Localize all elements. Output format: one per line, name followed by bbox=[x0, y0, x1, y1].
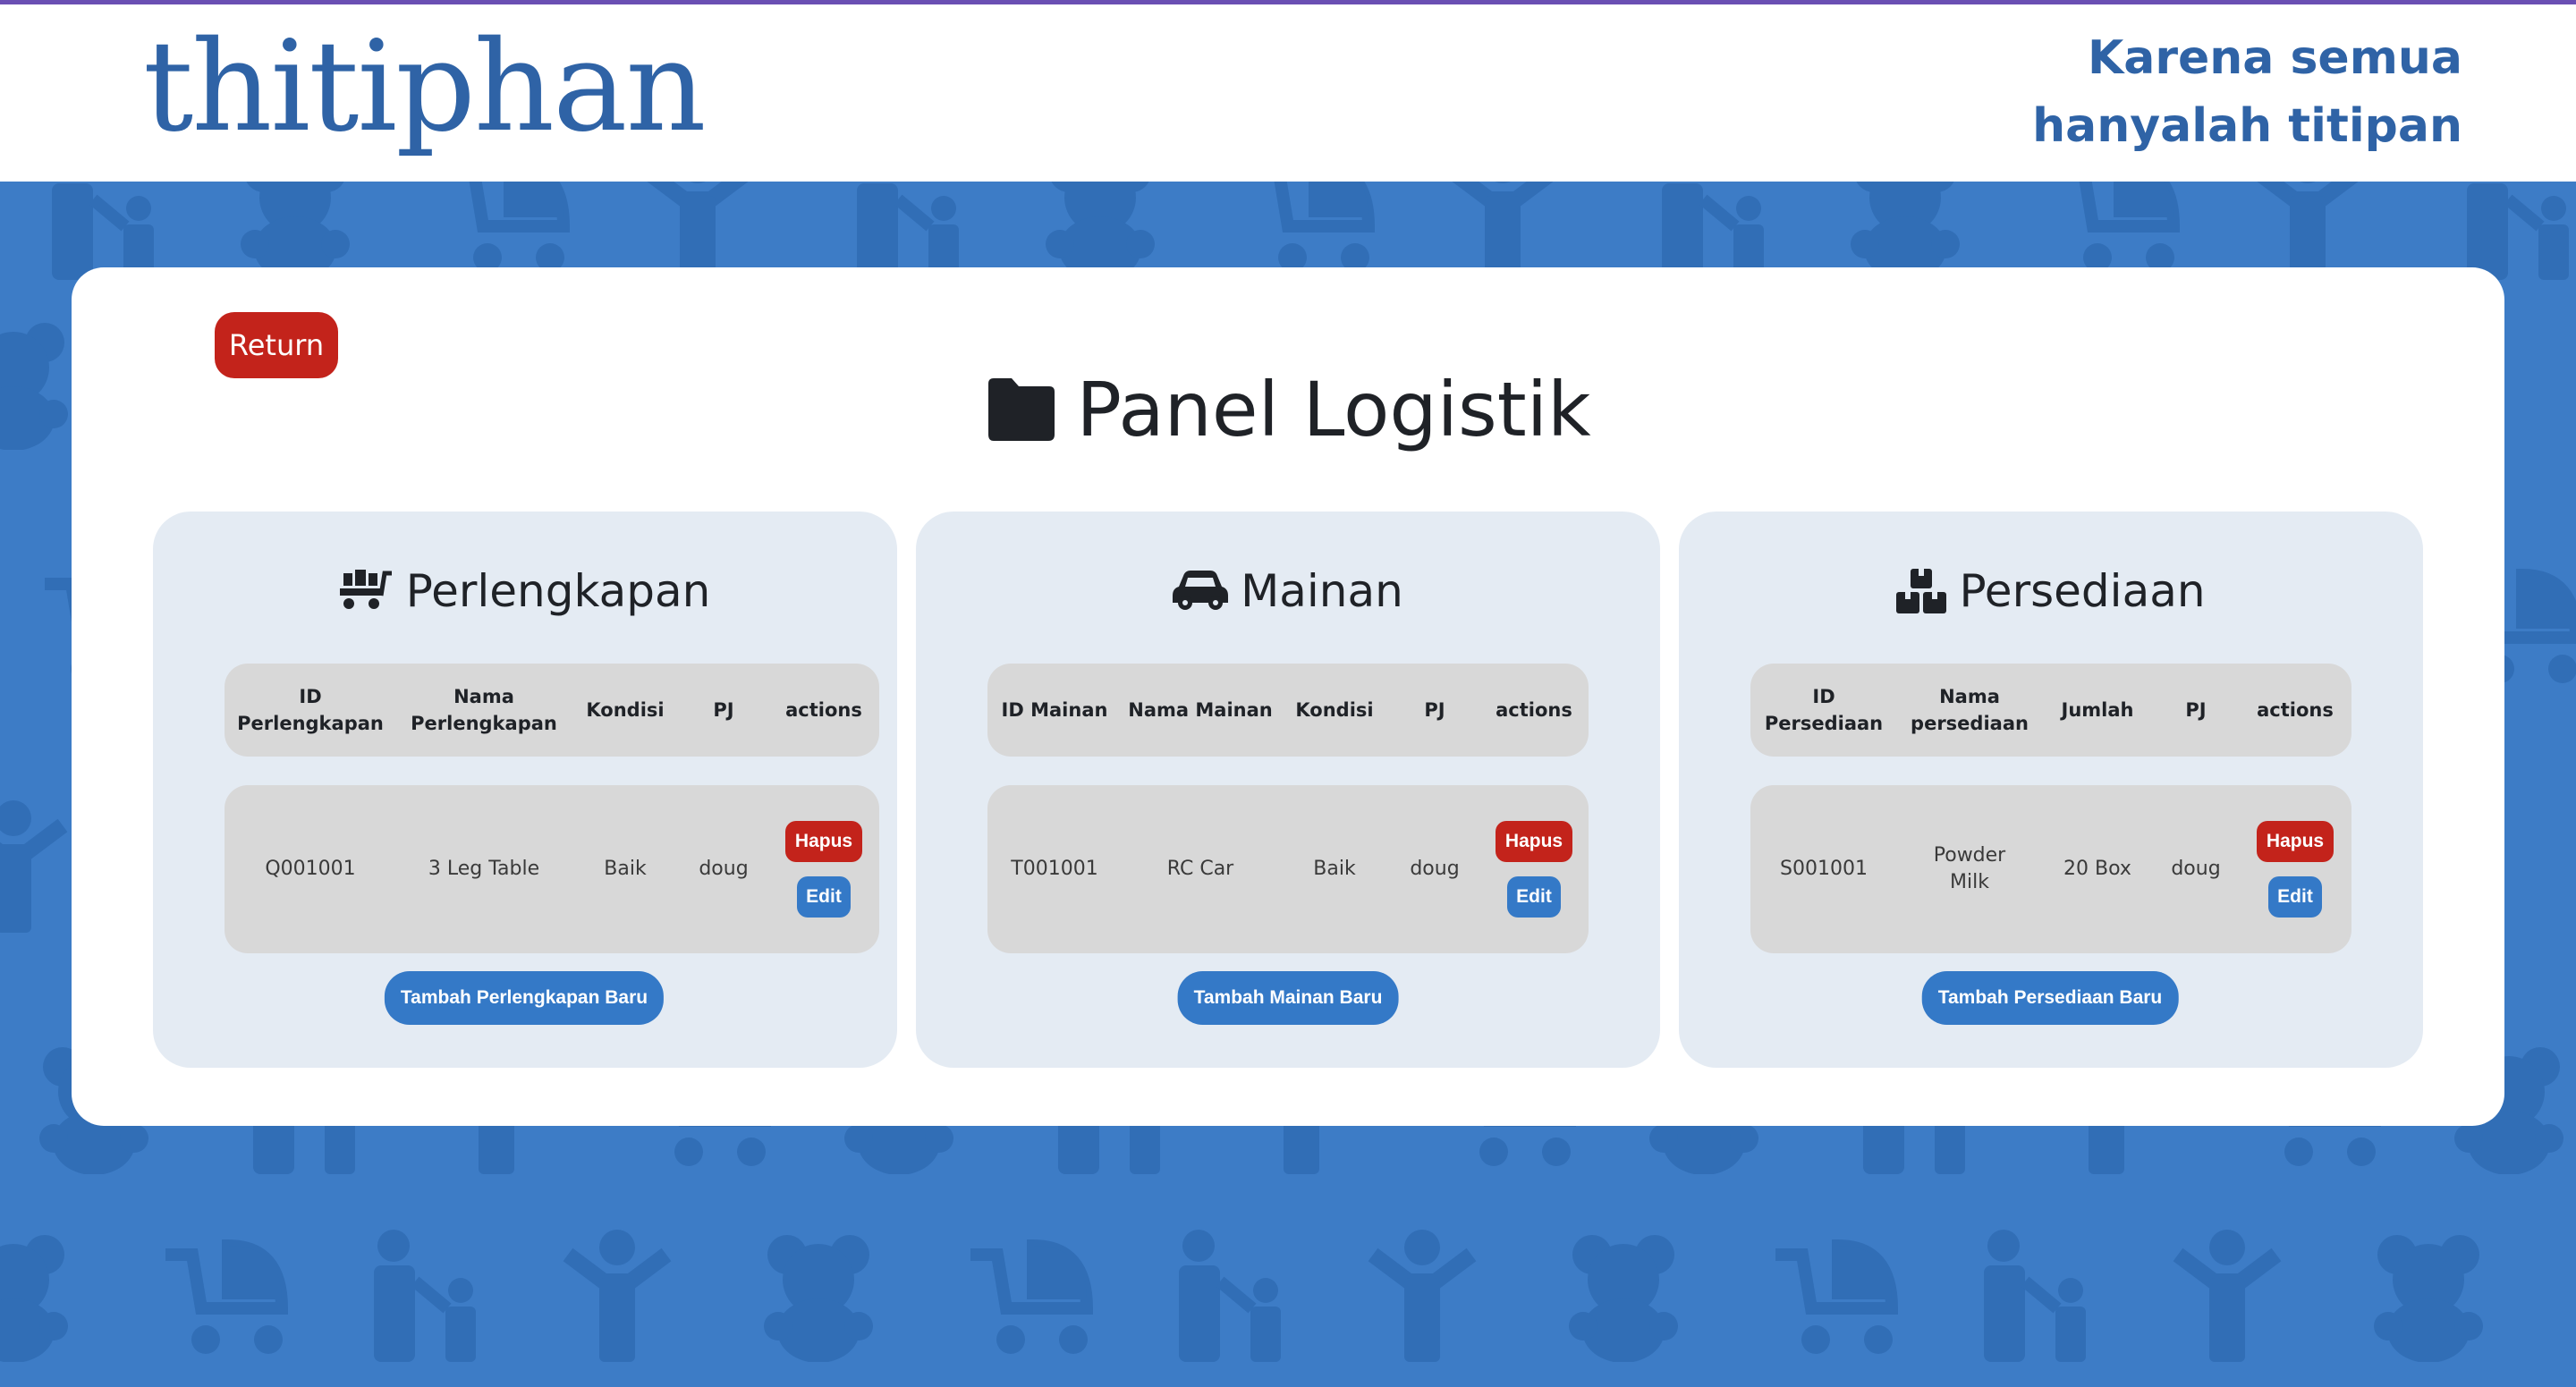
add-persediaan-button[interactable]: Tambah Persediaan Baru bbox=[1921, 971, 2179, 1025]
delete-button[interactable]: Hapus bbox=[784, 821, 863, 862]
page-title: Panel Logistik bbox=[72, 366, 2504, 453]
cell-actions: Hapus Edit bbox=[1479, 821, 1589, 918]
parent-child-icon bbox=[2442, 182, 2576, 280]
header-actions: actions bbox=[785, 699, 862, 721]
teddy-bear-icon bbox=[1033, 182, 1167, 280]
teddy-bear-icon bbox=[1838, 182, 1972, 280]
stroller-icon bbox=[953, 1228, 1105, 1362]
cell-id: Q001001 bbox=[265, 858, 356, 880]
card-title-text: Persediaan bbox=[1959, 565, 2206, 617]
stroller-icon bbox=[148, 1228, 300, 1362]
teddy-bear-icon bbox=[751, 1228, 886, 1362]
edit-button[interactable]: Edit bbox=[2268, 876, 2322, 918]
header-name: Nama Perlengkapan bbox=[411, 686, 557, 734]
parent-child-icon bbox=[27, 182, 179, 280]
header-id: ID Mainan bbox=[1001, 699, 1108, 721]
header-pj: PJ bbox=[713, 699, 734, 721]
stroller-icon bbox=[429, 182, 581, 280]
parent-child-icon bbox=[1154, 1228, 1306, 1362]
cell-kondisi: Baik bbox=[1313, 858, 1356, 880]
cell-pj: doug bbox=[2171, 858, 2221, 880]
stroller-icon bbox=[2039, 182, 2191, 280]
header-actions: actions bbox=[1496, 699, 1572, 721]
folder-icon bbox=[985, 378, 1056, 441]
card-mainan: Mainan ID Mainan Nama Mainan Kondisi PJ … bbox=[916, 512, 1660, 1068]
teddy-bear-icon bbox=[1556, 1228, 1690, 1362]
boxes-icon bbox=[1896, 569, 1947, 613]
header-kondisi: Kondisi bbox=[1295, 699, 1374, 721]
cell-actions: Hapus Edit bbox=[2239, 821, 2351, 918]
table-row: Q001001 3 Leg Table Baik doug Hapus Edit bbox=[225, 785, 879, 953]
teddy-bear-icon bbox=[228, 182, 362, 280]
header-actions: actions bbox=[2257, 699, 2334, 721]
table-row: T001001 RC Car Baik doug Hapus Edit bbox=[987, 785, 1589, 953]
parent-child-icon bbox=[832, 182, 984, 280]
tagline-line-1: Karena semua bbox=[2087, 31, 2462, 85]
kid-icon bbox=[631, 182, 765, 280]
card-title-text: Perlengkapan bbox=[405, 565, 711, 617]
teddy-bear-icon bbox=[0, 316, 80, 450]
edit-button[interactable]: Edit bbox=[797, 876, 851, 918]
kid-icon bbox=[2241, 182, 2375, 280]
card-title: Mainan bbox=[916, 565, 1660, 617]
cell-id: T001001 bbox=[1011, 858, 1098, 880]
site-tagline: Karena semua hanyalah titipan bbox=[2032, 24, 2462, 160]
kid-icon bbox=[2160, 1228, 2294, 1362]
header-pj: PJ bbox=[2185, 699, 2207, 721]
page-title-text: Panel Logistik bbox=[1076, 366, 1591, 453]
cell-actions: Hapus Edit bbox=[768, 821, 879, 918]
site-logo[interactable]: thitiphan bbox=[143, 21, 707, 155]
header-jumlah: Jumlah bbox=[2061, 699, 2134, 721]
add-perlengkapan-button[interactable]: Tambah Perlengkapan Baru bbox=[384, 971, 665, 1025]
teddy-bear-icon bbox=[2361, 1228, 2496, 1362]
header-id: ID Perlengkapan bbox=[237, 686, 384, 734]
delete-button[interactable]: Hapus bbox=[1495, 821, 1573, 862]
header-kondisi: Kondisi bbox=[586, 699, 665, 721]
table-header: ID Mainan Nama Mainan Kondisi PJ actions bbox=[987, 664, 1589, 757]
card-title-text: Mainan bbox=[1241, 565, 1403, 617]
cell-pj: doug bbox=[1410, 858, 1460, 880]
kid-icon bbox=[0, 799, 80, 933]
header-name: Nama persediaan bbox=[1911, 686, 2029, 734]
teddy-bear-icon bbox=[0, 1228, 80, 1362]
add-mainan-button[interactable]: Tambah Mainan Baru bbox=[1177, 971, 1399, 1025]
card-persediaan: Persediaan ID Persediaan Nama persediaan… bbox=[1679, 512, 2423, 1068]
table-row: S001001 Powder Milk 20 Box doug Hapus Ed… bbox=[1750, 785, 2351, 953]
card-perlengkapan: Perlengkapan ID Perlengkapan Nama Perlen… bbox=[153, 512, 897, 1068]
card-title: Persediaan bbox=[1679, 565, 2423, 617]
delete-button[interactable]: Hapus bbox=[2256, 821, 2334, 862]
cell-name: Powder Milk bbox=[1933, 844, 2006, 893]
table-header: ID Persediaan Nama persediaan Jumlah PJ … bbox=[1750, 664, 2351, 757]
table-header: ID Perlengkapan Nama Perlengkapan Kondis… bbox=[225, 664, 879, 757]
tagline-line-2: hanyalah titipan bbox=[2032, 99, 2462, 153]
header-name: Nama Mainan bbox=[1128, 699, 1273, 721]
parent-child-icon bbox=[349, 1228, 501, 1362]
logistics-panel: Return Panel Logistik Perlengkapan ID Pe… bbox=[72, 267, 2504, 1126]
kid-icon bbox=[1436, 182, 1570, 280]
cell-kondisi: Baik bbox=[604, 858, 647, 880]
cell-name: 3 Leg Table bbox=[428, 858, 540, 880]
cell-pj: doug bbox=[699, 858, 749, 880]
cell-name: RC Car bbox=[1166, 858, 1234, 880]
edit-button[interactable]: Edit bbox=[1507, 876, 1561, 918]
cell-jumlah: 20 Box bbox=[2063, 858, 2131, 880]
header-id: ID Persediaan bbox=[1764, 686, 1884, 734]
parent-child-icon bbox=[1637, 182, 1789, 280]
car-icon bbox=[1173, 571, 1229, 612]
cell-id: S001001 bbox=[1780, 858, 1868, 880]
parent-child-icon bbox=[1959, 1228, 2111, 1362]
site-header: thitiphan Karena semua hanyalah titipan bbox=[0, 4, 2576, 182]
kid-icon bbox=[550, 1228, 684, 1362]
kid-icon bbox=[1355, 1228, 1489, 1362]
stroller-icon bbox=[1234, 182, 1386, 280]
dolly-cart-icon bbox=[339, 570, 394, 613]
card-title: Perlengkapan bbox=[153, 565, 897, 617]
header-pj: PJ bbox=[1424, 699, 1445, 721]
stroller-icon bbox=[1758, 1228, 1910, 1362]
